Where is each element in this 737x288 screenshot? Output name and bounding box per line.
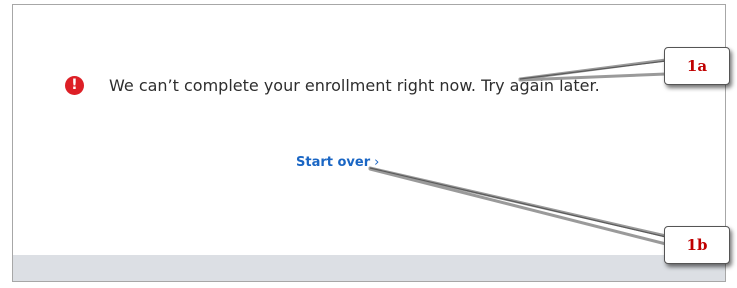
footer-strip — [13, 255, 725, 281]
error-message: We can’t complete your enrollment right … — [109, 76, 600, 95]
page: ! We can’t complete your enrollment righ… — [0, 0, 737, 288]
start-over-link[interactable]: Start over › — [296, 155, 379, 170]
chevron-right-icon[interactable]: › — [374, 155, 379, 170]
start-over-label[interactable]: Start over — [296, 155, 370, 170]
exclamation-circle-icon: ! — [65, 76, 84, 95]
enrollment-error-panel: ! We can’t complete your enrollment righ… — [12, 4, 726, 282]
callout-1b: 1b — [664, 226, 730, 264]
callout-1a: 1a — [664, 47, 730, 85]
error-alert: ! We can’t complete your enrollment righ… — [65, 76, 600, 95]
